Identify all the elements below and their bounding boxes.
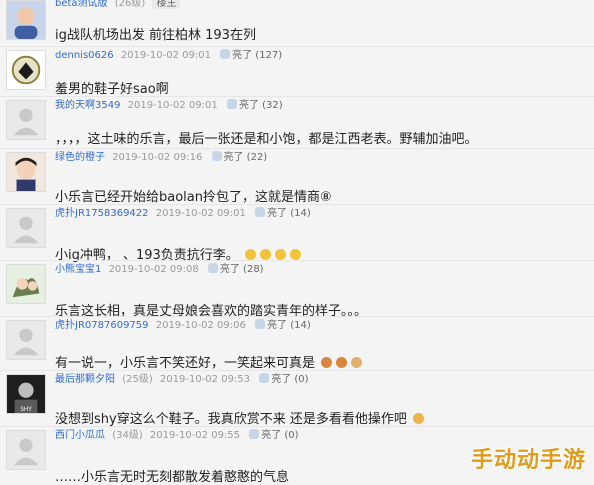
op-badge: 楼主 bbox=[152, 0, 181, 9]
comment-time: 2019-10-02 09:01 bbox=[155, 208, 246, 219]
smile-emoji-icon bbox=[274, 249, 286, 260]
like-button[interactable]: 亮了 (0) bbox=[249, 429, 299, 441]
like-button[interactable]: 亮了 (127) bbox=[220, 49, 283, 61]
comment-text-body: 有一说一，小乐言不笑还好，一笑起来可真是 bbox=[55, 356, 316, 371]
user-level: (25级) bbox=[122, 374, 153, 385]
comment-item: beta测试版 (26级) 楼主 ig战队机场出发 前往柏林 193在列 bbox=[0, 0, 594, 46]
like-count: 亮了 (28) bbox=[219, 264, 264, 275]
comment-time: 2019-10-02 09:55 bbox=[149, 430, 241, 441]
username-link[interactable]: 最后那颗夕阳 bbox=[55, 374, 115, 385]
thumb-icon bbox=[207, 263, 218, 273]
comment-time: 2019-10-02 09:01 bbox=[127, 100, 218, 111]
comment-text: 小乐言已经开始给baolan拎包了，这就是情商⑧ bbox=[55, 190, 332, 205]
burger-emoji-icon bbox=[336, 357, 348, 368]
like-button[interactable]: 亮了 (28) bbox=[207, 263, 264, 275]
thumb-icon bbox=[255, 319, 266, 329]
thumb-icon bbox=[255, 207, 266, 217]
comment-item: 虎扑JR0787609759 2019-10-02 09:06 亮了 (14) … bbox=[0, 318, 594, 371]
comment-item: SHY 最后那颗夕阳 (25级) 2019-10-02 09:53 亮了 (0)… bbox=[0, 372, 594, 427]
like-button[interactable]: 亮了 (14) bbox=[255, 319, 311, 331]
user-level: (26级) bbox=[114, 0, 146, 9]
comment-meta: beta测试版 (26级) 楼主 bbox=[55, 0, 184, 12]
dog-emoji-icon bbox=[351, 357, 363, 368]
username-link[interactable]: 我的天啊3549 bbox=[55, 100, 120, 111]
like-button[interactable]: 亮了 (32) bbox=[226, 99, 283, 111]
username-link[interactable]: 西门小瓜瓜 bbox=[55, 430, 105, 441]
username-link[interactable]: 虎扑JR0787609759 bbox=[55, 320, 149, 331]
comment-item: dennis0626 2019-10-02 09:01 亮了 (127) 羞男的… bbox=[0, 48, 594, 98]
smile-emoji-icon bbox=[289, 249, 301, 260]
comment-text: 羞男的鞋子好sao啊 bbox=[55, 82, 169, 97]
like-count: 亮了 (0) bbox=[271, 374, 309, 385]
comment-meta: 西门小瓜瓜 (34级) 2019-10-02 09:55 亮了 (0) bbox=[55, 428, 299, 444]
like-button[interactable]: 亮了 (0) bbox=[259, 373, 309, 385]
like-button[interactable]: 亮了 (14) bbox=[255, 207, 311, 219]
like-count: 亮了 (22) bbox=[223, 152, 268, 163]
comment-time: 2019-10-02 09:01 bbox=[120, 50, 211, 61]
avatar[interactable]: SHY bbox=[6, 374, 46, 414]
thumb-icon bbox=[226, 99, 237, 109]
comment-time: 2019-10-02 09:08 bbox=[108, 264, 199, 275]
divider bbox=[0, 260, 594, 261]
smile-emoji-icon bbox=[259, 249, 271, 260]
avatar[interactable] bbox=[6, 320, 46, 360]
divider bbox=[0, 316, 594, 317]
comment-feed: beta测试版 (26级) 楼主 ig战队机场出发 前往柏林 193在列 den… bbox=[0, 0, 594, 485]
smile-emoji-icon bbox=[244, 249, 256, 260]
thumb-icon bbox=[220, 49, 231, 59]
svg-text:SHY: SHY bbox=[20, 407, 32, 413]
thumb-icon bbox=[259, 373, 270, 383]
divider bbox=[0, 96, 594, 97]
username-link[interactable]: dennis0626 bbox=[55, 50, 114, 61]
comment-meta: 小熊宝宝1 2019-10-02 09:08 亮了 (28) bbox=[55, 262, 264, 278]
username-link[interactable]: 小熊宝宝1 bbox=[55, 264, 101, 275]
like-count: 亮了 (14) bbox=[267, 320, 311, 331]
comment-meta: dennis0626 2019-10-02 09:01 亮了 (127) bbox=[55, 48, 282, 64]
comment-time: 2019-10-02 09:16 bbox=[112, 152, 203, 163]
thumb-icon bbox=[249, 429, 260, 439]
like-count: 亮了 (127) bbox=[232, 50, 283, 61]
divider bbox=[0, 426, 594, 427]
avatar[interactable] bbox=[6, 264, 46, 304]
avatar[interactable] bbox=[6, 100, 46, 140]
like-button[interactable]: 亮了 (22) bbox=[211, 151, 268, 163]
user-level: (34级) bbox=[112, 430, 143, 441]
comment-text: 没想到shy穿这么个鞋子。我真欣赏不来 还是多看看他操作吧 bbox=[55, 408, 426, 427]
comment-text: ig战队机场出发 前往柏林 193在列 bbox=[55, 28, 256, 43]
comment-meta: 虎扑JR0787609759 2019-10-02 09:06 亮了 (14) bbox=[55, 318, 311, 334]
username-link[interactable]: 虎扑JR1758369422 bbox=[55, 208, 149, 219]
site-watermark: 手动动手游 bbox=[470, 448, 586, 473]
divider bbox=[0, 46, 594, 47]
comment-meta: 绿色的橙子 2019-10-02 09:16 亮了 (22) bbox=[55, 150, 267, 166]
like-count: 亮了 (14) bbox=[267, 208, 311, 219]
thumb-icon bbox=[211, 151, 222, 161]
avatar[interactable] bbox=[6, 430, 46, 470]
like-count: 亮了 (0) bbox=[261, 430, 299, 441]
comment-item: 小熊宝宝1 2019-10-02 09:08 亮了 (28) 乐言这长相，真是丈… bbox=[0, 262, 594, 319]
laugh-emoji-icon bbox=[412, 413, 424, 424]
comment-time: 2019-10-02 09:53 bbox=[159, 374, 251, 385]
divider bbox=[0, 148, 594, 149]
avatar[interactable] bbox=[6, 0, 46, 40]
comment-meta: 我的天啊3549 2019-10-02 09:01 亮了 (32) bbox=[55, 98, 283, 114]
username-link[interactable]: 绿色的橙子 bbox=[55, 152, 105, 163]
comment-text: 有一说一，小乐言不笑还好，一笑起来可真是 bbox=[55, 352, 364, 371]
comment-item: 虎扑JR1758369422 2019-10-02 09:01 亮了 (14) … bbox=[0, 206, 594, 263]
comment-meta: 最后那颗夕阳 (25级) 2019-10-02 09:53 亮了 (0) bbox=[55, 372, 309, 388]
comment-item: 绿色的橙子 2019-10-02 09:16 亮了 (22) 小乐言已经开始给b… bbox=[0, 150, 594, 206]
burger-emoji-icon bbox=[321, 357, 333, 368]
username-link[interactable]: beta测试版 bbox=[55, 0, 108, 9]
avatar[interactable] bbox=[6, 152, 46, 192]
comment-time: 2019-10-02 09:06 bbox=[155, 320, 246, 331]
comment-text-body: 没想到shy穿这么个鞋子。我真欣赏不来 还是多看看他操作吧 bbox=[55, 412, 407, 427]
comment-text: ，，，，这土味的乐言，最后一张还是和小饱，都是江西老表。野辅加油吧。 bbox=[55, 132, 478, 147]
divider bbox=[0, 204, 594, 205]
avatar[interactable] bbox=[6, 208, 46, 248]
comment-meta: 虎扑JR1758369422 2019-10-02 09:01 亮了 (14) bbox=[55, 206, 311, 222]
comment-text: ……小乐言无时无刻都散发着憨憨的气息 bbox=[55, 470, 290, 485]
avatar[interactable] bbox=[6, 50, 46, 90]
like-count: 亮了 (32) bbox=[238, 100, 283, 111]
comment-item: 我的天啊3549 2019-10-02 09:01 亮了 (32) ，，，，这土… bbox=[0, 98, 594, 148]
divider bbox=[0, 370, 594, 371]
